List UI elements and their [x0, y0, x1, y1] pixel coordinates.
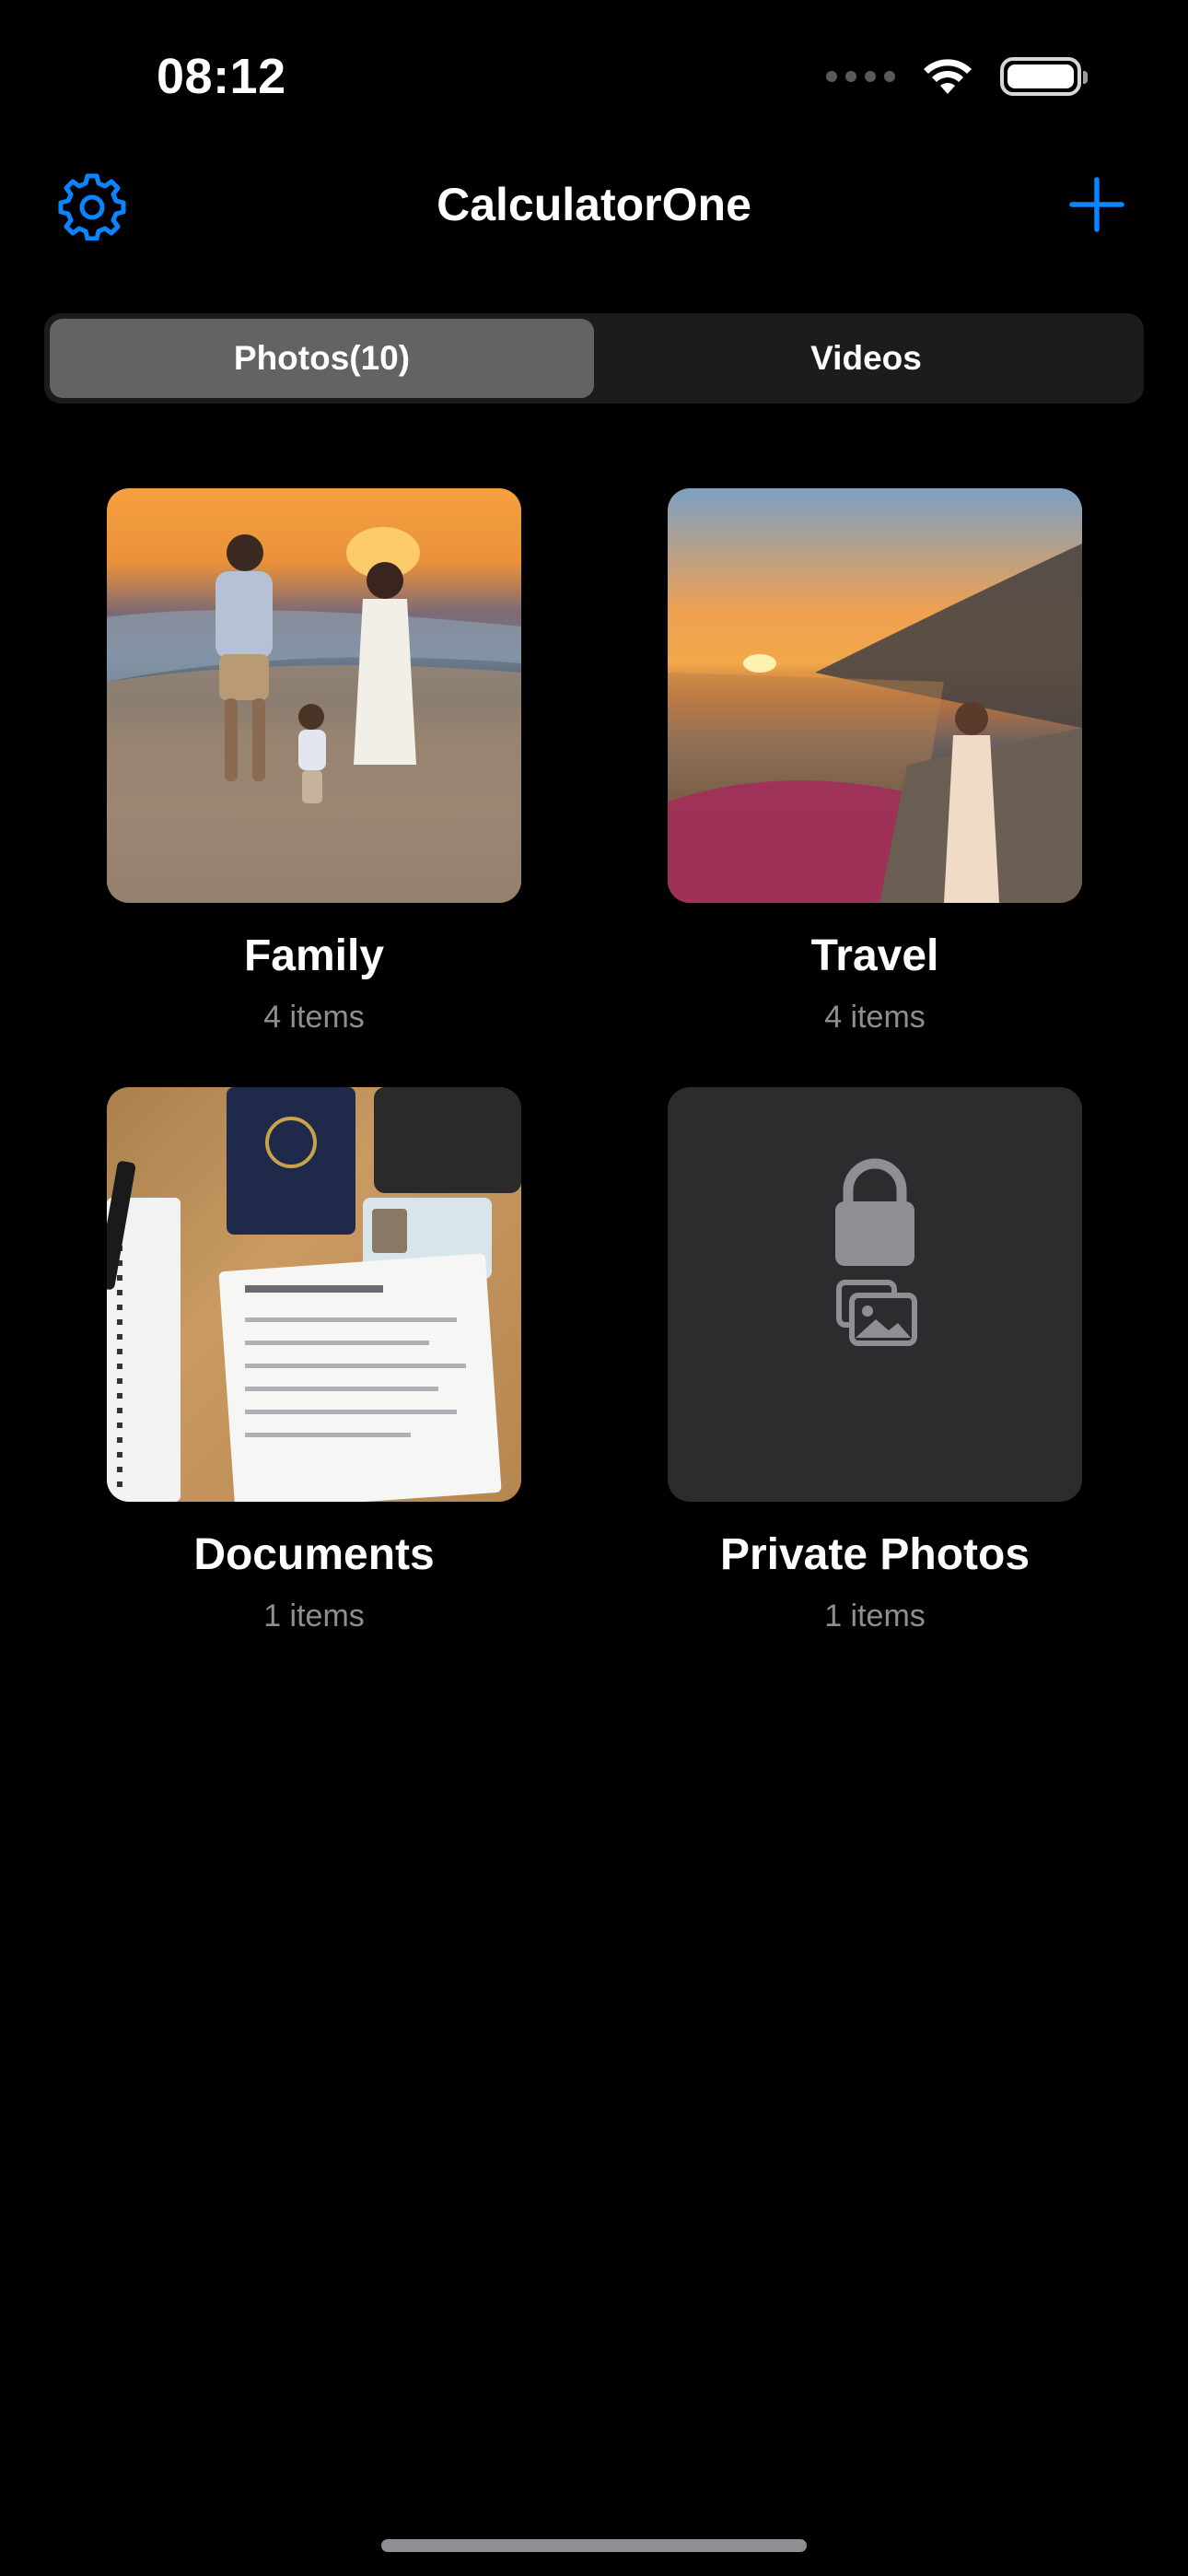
status-time: 08:12 — [157, 49, 286, 104]
album-item-count: 4 items — [263, 1000, 365, 1035]
plus-icon[interactable] — [1068, 176, 1125, 233]
documents-photo-image — [107, 1087, 521, 1502]
battery-icon — [1000, 57, 1088, 96]
media-type-segmented-control: Photos(10) Videos — [44, 313, 1144, 404]
home-indicator[interactable] — [381, 2539, 807, 2552]
cellular-signal-icon — [826, 71, 895, 82]
tab-videos[interactable]: Videos — [594, 319, 1138, 398]
navigation-bar: CalculatorOne — [0, 170, 1188, 244]
album-name: Travel — [810, 931, 939, 980]
album-thumbnail — [107, 488, 521, 903]
album-documents[interactable]: Documents 1 items — [107, 1087, 521, 1634]
tab-photos[interactable]: Photos(10) — [50, 319, 594, 398]
album-travel[interactable]: Travel 4 items — [668, 488, 1082, 1036]
album-item-count: 1 items — [263, 1598, 365, 1633]
status-icons — [826, 57, 1088, 96]
album-family[interactable]: Family 4 items — [107, 488, 521, 1036]
album-thumbnail — [668, 1087, 1082, 1502]
album-thumbnail — [107, 1087, 521, 1502]
family-photo-image — [107, 527, 521, 903]
album-thumbnail — [668, 488, 1082, 903]
album-item-count: 1 items — [824, 1598, 926, 1633]
lock-icon — [835, 1158, 914, 1266]
album-name: Private Photos — [719, 1530, 1031, 1579]
album-item-count: 4 items — [824, 1000, 926, 1035]
travel-photo-image — [668, 544, 1082, 903]
page-title: CalculatorOne — [437, 179, 751, 230]
album-name: Documents — [193, 1530, 435, 1579]
wifi-icon — [924, 59, 972, 94]
album-private-photos[interactable]: Private Photos 1 items — [668, 1087, 1082, 1634]
photo-stack-icon — [836, 1280, 917, 1346]
album-name: Family — [243, 931, 385, 980]
